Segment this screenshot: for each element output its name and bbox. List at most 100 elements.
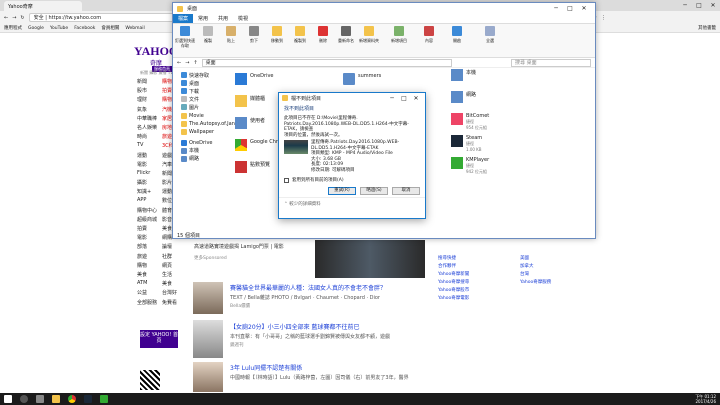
open-button[interactable]: 開啟 xyxy=(442,26,472,55)
article-image[interactable] xyxy=(193,362,223,392)
set-yahoo-homepage-button[interactable]: 設定 YAHOO! 首頁 xyxy=(140,330,178,348)
article-image[interactable] xyxy=(193,282,223,314)
new-item-button[interactable]: 新增項目 xyxy=(382,26,416,55)
bookmark-youtube[interactable]: YouTube xyxy=(50,25,68,31)
file-item[interactable]: BitComet 捷徑 954 位元組 xyxy=(451,113,521,135)
maximize-icon[interactable]: □ xyxy=(398,95,410,102)
steam-icon[interactable] xyxy=(84,395,92,403)
maximize-icon[interactable]: □ xyxy=(692,0,706,11)
right-link[interactable]: Yahoo奇摩股市 xyxy=(438,287,568,295)
file-item[interactable]: Steam 捷徑 1.00 KB xyxy=(451,135,521,157)
back-icon[interactable]: ← xyxy=(4,15,8,21)
fewer-details-toggle[interactable]: ⌃ 較少的詳細資料 xyxy=(279,197,425,210)
windows-start-icon[interactable] xyxy=(4,395,12,403)
tab-home[interactable]: 常用 xyxy=(193,14,213,23)
minimize-icon[interactable]: ─ xyxy=(549,5,563,12)
right-link[interactable]: 美國 xyxy=(520,255,580,263)
retry-button[interactable]: 重試(R) xyxy=(328,187,356,195)
bookmark-other[interactable]: 其他書籤 xyxy=(698,25,716,31)
nav-item[interactable]: 論壇 xyxy=(162,243,182,252)
search-icon[interactable] xyxy=(20,395,28,403)
forward-icon[interactable]: → xyxy=(12,15,16,21)
right-link[interactable]: 加拿大 xyxy=(520,263,580,271)
copy-to-button[interactable]: 複製到 xyxy=(290,26,310,55)
clock[interactable]: 下午 01:12 2017/4/26 xyxy=(695,394,716,404)
cut-button[interactable]: 剪下 xyxy=(244,26,264,55)
nav-extra-item[interactable]: 廣播 xyxy=(159,70,167,75)
file-item[interactable]: KMPlayer 捷徑 942 位元組 xyxy=(451,157,521,179)
skip-button[interactable]: 略過(S) xyxy=(360,187,388,195)
maximize-icon[interactable]: □ xyxy=(563,5,577,12)
search-input[interactable]: 搜尋 桌面 xyxy=(511,58,591,67)
new-item-icon xyxy=(394,26,404,36)
tab-share[interactable]: 共用 xyxy=(213,14,233,23)
nav-item[interactable]: 台灣好 xyxy=(162,289,182,298)
chrome-icon[interactable] xyxy=(68,395,76,403)
minimize-icon[interactable]: ─ xyxy=(678,0,692,11)
forward-icon[interactable]: → xyxy=(185,60,189,66)
nav-item[interactable]: 社群 xyxy=(162,253,182,262)
status-bar: 15 個項目 xyxy=(177,233,200,239)
bookmark-member[interactable]: 會員相關 xyxy=(101,25,119,31)
library-icon xyxy=(235,95,247,107)
file-item[interactable]: 網路 xyxy=(451,91,521,113)
tab-file[interactable]: 檔案 xyxy=(173,14,194,23)
news-article[interactable]: 3年 Lulu同擺不認楚有關係 中國時報【（林時語）】Lulu（黃路梓茵，左圖）… xyxy=(230,363,470,381)
path-bar[interactable]: 桌面 xyxy=(201,58,452,67)
nav-extra-item[interactable]: 新聞 xyxy=(140,70,148,75)
dialog-body: 此項目已不存在 D:\Movie\里程傳奇. Patriots.Day.2016… xyxy=(279,114,425,175)
bookmark-apps[interactable]: 應用程式 xyxy=(4,25,22,31)
right-link[interactable]: Yahoo奇摩電影 xyxy=(438,295,568,303)
task-view-icon[interactable] xyxy=(36,395,44,403)
bookmark-webmail[interactable]: Webmail xyxy=(125,25,144,31)
properties-button[interactable]: 內容 xyxy=(419,26,439,55)
nav-item[interactable]: 美食 xyxy=(162,280,182,289)
copy-button[interactable]: 複製 xyxy=(198,26,218,55)
up-icon[interactable]: ↑ xyxy=(193,60,197,66)
close-icon[interactable]: ✕ xyxy=(706,0,720,11)
article-title[interactable]: 【女廁20分】小三小四全部來 藍球賽都不往前已 xyxy=(230,322,470,331)
select-all-button[interactable]: 全選 xyxy=(475,26,505,55)
browser-tab[interactable]: Yahoo奇摩 xyxy=(4,1,82,11)
reload-icon[interactable]: ↻ xyxy=(20,15,24,21)
rename-button[interactable]: 重新命名 xyxy=(336,26,356,55)
delete-button[interactable]: 刪除 xyxy=(313,26,333,55)
news-article[interactable]: 賽馨貓全世界最華麗的人種：法國女人真的不會老不會胖？ TEXT / Bella雜… xyxy=(230,283,470,309)
article-title[interactable]: 3年 Lulu同擺不認楚有關係 xyxy=(230,363,470,372)
article-image[interactable] xyxy=(193,320,223,358)
file-explorer-icon[interactable] xyxy=(52,395,60,403)
dialog-message: Patriots.Day.2016.1080p.WEB-DL.DD5.1.H26… xyxy=(284,121,409,133)
file-date: 修改日期: 可解碼項目 xyxy=(311,167,355,173)
news-topline[interactable]: 高速道路實境遊戲揭 Lamigo門票 | 電影 xyxy=(194,243,284,250)
move-to-button[interactable]: 移動到 xyxy=(267,26,287,55)
nav-item[interactable]: 生活 xyxy=(162,271,182,280)
new-folder-button[interactable]: 新增資料夾 xyxy=(359,26,379,55)
dialog-heading: 找不到此項目 xyxy=(284,106,315,112)
right-link[interactable]: 台灣 xyxy=(520,271,580,279)
bookmark-google[interactable]: Google xyxy=(28,25,44,31)
menu-icon[interactable]: ⋮ xyxy=(601,15,606,21)
article-title[interactable]: 賽馨貓全世界最華麗的人種：法國女人真的不會老不會胖？ xyxy=(230,283,470,292)
tab-view[interactable]: 檢視 xyxy=(233,14,253,23)
news-article[interactable]: 【女廁20分】小三小四全部來 藍球賽都不往前已 本刊直擊：有「小哥哥」之稱的藍球… xyxy=(230,322,470,348)
nav-item[interactable]: 免費看 xyxy=(162,299,182,308)
apply-all-checkbox[interactable]: 套用到所有目前的項目(A) xyxy=(279,175,425,185)
file-item[interactable]: 本機 xyxy=(451,69,521,91)
minimize-icon[interactable]: ─ xyxy=(386,95,398,102)
file-meta: 捷徑 1.00 KB xyxy=(466,141,482,152)
close-icon[interactable]: ✕ xyxy=(577,5,591,12)
close-icon[interactable]: ✕ xyxy=(410,95,422,102)
paste-button[interactable]: 貼上 xyxy=(221,26,241,55)
bookmark-facebook[interactable]: Facebook xyxy=(74,25,95,31)
right-link[interactable]: Yahoo奇摩服務 xyxy=(520,279,580,287)
cancel-button[interactable]: 取消 xyxy=(392,187,420,195)
user-name: summers xyxy=(358,73,382,79)
checkbox-box[interactable] xyxy=(284,177,289,183)
back-icon[interactable]: ← xyxy=(177,60,181,66)
video-thumbnail[interactable] xyxy=(315,240,425,278)
nav-extra-item[interactable]: 攝影 xyxy=(149,70,157,75)
user-folder[interactable]: summers xyxy=(343,73,381,85)
kmplayer-icon[interactable] xyxy=(100,395,108,403)
nav-item[interactable]: 網頁 xyxy=(162,262,182,271)
pin-button[interactable]: 釘選到快速存取 xyxy=(175,26,195,55)
